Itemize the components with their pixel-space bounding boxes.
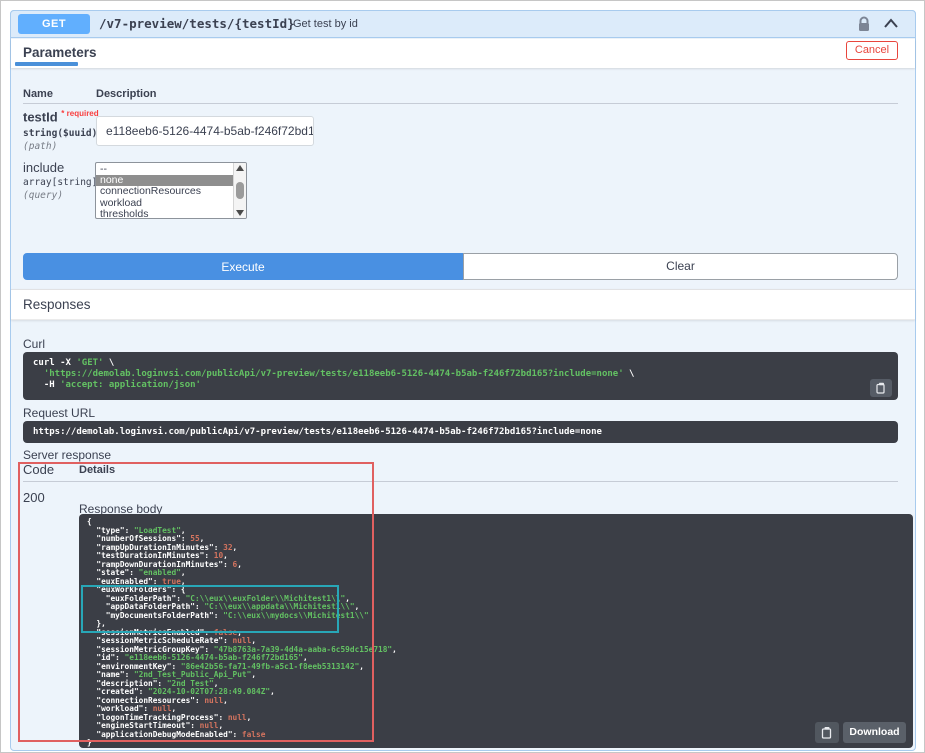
param-testid-type: string($uuid) xyxy=(23,128,97,139)
include-option-workload[interactable]: workload xyxy=(96,198,233,209)
name-column-header: Name xyxy=(23,88,53,100)
curl-copy-icon[interactable] xyxy=(870,379,892,397)
include-multiselect[interactable]: --noneconnectionResourcesworkloadthresho… xyxy=(95,162,247,219)
include-option-thresholds[interactable]: thresholds xyxy=(96,209,233,219)
code-line: curl -X 'GET' \ xyxy=(33,358,888,369)
request-url-label: Request URL xyxy=(23,406,95,420)
responses-title: Responses xyxy=(23,297,91,312)
param-testid-location: (path) xyxy=(23,141,57,152)
collapse-chevron-icon[interactable] xyxy=(883,17,899,31)
auth-lock-icon[interactable] xyxy=(856,16,872,33)
scroll-down-icon[interactable] xyxy=(236,210,244,216)
active-tab-underline xyxy=(15,62,78,66)
code-line: "euxEnabled": true, xyxy=(87,578,905,587)
code-line: "applicationDebugModeEnabled": false xyxy=(87,731,905,740)
server-response-label: Server response xyxy=(23,448,111,462)
param-include-name: include xyxy=(23,160,64,175)
table-header-divider xyxy=(23,103,898,104)
include-option-none[interactable]: none xyxy=(96,175,233,186)
responses-section-bar xyxy=(11,289,915,320)
param-include-type: array[string] xyxy=(23,177,97,188)
code-line: { xyxy=(87,518,905,527)
code-line: "rampDownDurationInMinutes": 6, xyxy=(87,561,905,570)
include-option-connectionResources[interactable]: connectionResources xyxy=(96,186,233,197)
code-line: "state": "enabled", xyxy=(87,569,905,578)
param-testid-name: testId * required xyxy=(23,109,99,124)
parameters-title: Parameters xyxy=(23,45,97,60)
include-option---[interactable]: -- xyxy=(96,164,233,175)
request-url-block: https://demolab.loginvsi.com/publicApi/v… xyxy=(23,421,898,443)
response-body-block: { "type": "LoadTest", "numberOfSessions"… xyxy=(79,514,913,748)
param-include-location: (query) xyxy=(23,190,63,201)
code-line: } xyxy=(87,739,905,748)
description-column-header: Description xyxy=(96,88,157,100)
cancel-button[interactable]: Cancel xyxy=(846,41,898,60)
swagger-page: GET /v7-preview/tests/{testId} Get test … xyxy=(0,0,925,753)
execute-button[interactable]: Execute xyxy=(23,253,463,280)
response-copy-icon[interactable] xyxy=(815,722,839,743)
include-options-list: --noneconnectionResourcesworkloadthresho… xyxy=(96,164,233,219)
code-line: "connectionResources": null, xyxy=(87,697,905,706)
code-line: 'https://demolab.loginvsi.com/publicApi/… xyxy=(33,369,888,380)
code-line: "myDocumentsFolderPath": "C:\\eux\\mydoc… xyxy=(87,612,905,621)
endpoint-summary: Get test by id xyxy=(293,18,358,30)
parameters-section-bar xyxy=(11,39,915,68)
clear-button[interactable]: Clear xyxy=(463,253,898,280)
curl-command-block: curl -X 'GET' \ 'https://demolab.loginvs… xyxy=(23,352,898,400)
select-scrollbar[interactable] xyxy=(233,163,246,218)
code-line: -H 'accept: application/json' xyxy=(33,380,888,391)
scroll-up-icon[interactable] xyxy=(236,165,244,171)
required-marker: * required xyxy=(61,109,98,118)
scrollbar-thumb[interactable] xyxy=(236,182,244,199)
status-code: 200 xyxy=(23,490,45,505)
code-line: "type": "LoadTest", xyxy=(87,527,905,536)
curl-label: Curl xyxy=(23,337,45,351)
code-column-header: Code xyxy=(23,462,54,477)
details-column-header: Details xyxy=(79,464,115,476)
testid-input[interactable] xyxy=(96,116,314,146)
response-table-divider xyxy=(23,481,898,482)
method-badge: GET xyxy=(18,14,90,34)
download-button[interactable]: Download xyxy=(843,722,906,743)
endpoint-path: /v7-preview/tests/{testId} xyxy=(99,16,295,31)
